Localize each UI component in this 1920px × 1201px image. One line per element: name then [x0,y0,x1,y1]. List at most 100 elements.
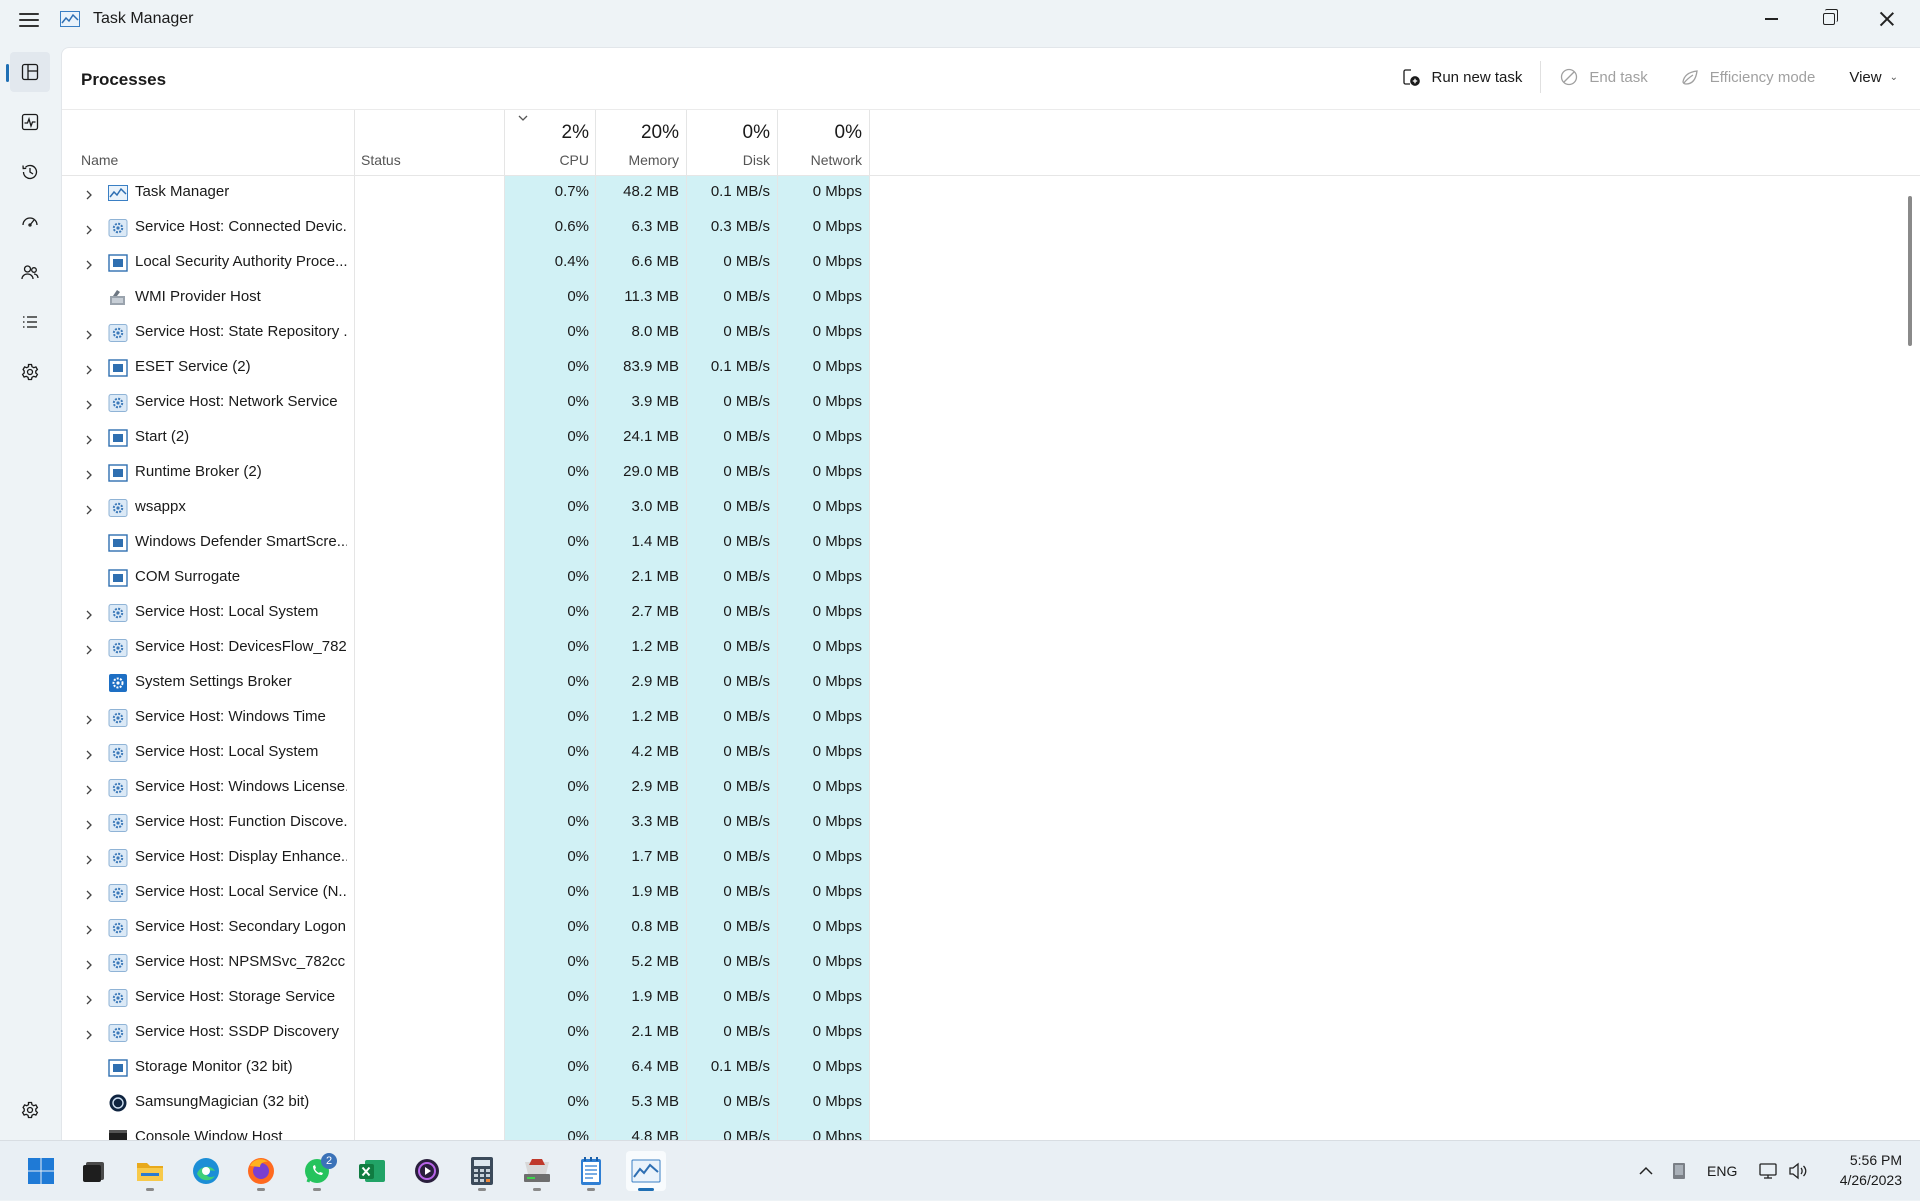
expand-chevron-icon[interactable] [84,257,94,270]
expand-chevron-icon[interactable] [84,187,94,200]
volume-button[interactable] [1787,1141,1809,1201]
expand-chevron-icon[interactable] [84,782,94,795]
expand-chevron-icon[interactable] [84,1027,94,1040]
memory-total-percent[interactable]: 20% [595,122,679,144]
expand-chevron-icon[interactable] [84,467,94,480]
process-row[interactable]: Service Host: Local System 0% 2.7 MB 0 MB/s… [62,596,932,631]
expand-chevron-icon[interactable] [84,397,94,410]
restore-button[interactable] [1800,0,1858,38]
expand-chevron-icon[interactable] [84,887,94,900]
column-header-disk[interactable]: Disk [686,152,770,168]
process-row[interactable]: Storage Monitor (32 bit) 0% 6.4 MB 0.1 MB/s… [62,1051,932,1086]
process-row[interactable]: Service Host: Connected Devic... 0.6% 6.3 … [62,211,932,246]
run-new-task-button[interactable]: Run new task [1385,57,1538,97]
taskbar-disk-tool[interactable] [517,1151,557,1191]
taskbar-edge[interactable] [186,1151,226,1191]
expand-chevron-icon[interactable] [84,922,94,935]
expand-chevron-icon[interactable] [84,327,94,340]
taskbar-task-manager[interactable] [626,1151,666,1191]
view-dropdown-button[interactable]: View ⌄ [1831,57,1920,97]
expand-chevron-icon[interactable] [84,852,94,865]
process-row[interactable]: Console Window Host 0% 4.8 MB 0 MB/s 0 Mbps [62,1121,932,1140]
column-header-memory[interactable]: Memory [595,152,679,168]
expand-chevron-icon[interactable] [84,747,94,760]
column-header-cpu[interactable]: CPU [504,152,589,168]
process-row[interactable]: Service Host: NPSMSvc_782cc 0% 5.2 MB 0 MB/… [62,946,932,981]
taskbar-firefox[interactable] [241,1151,281,1191]
process-row[interactable]: Service Host: DevicesFlow_782... 0% 1.2 MB… [62,631,932,666]
cpu-total-percent[interactable]: 2% [504,122,589,144]
process-row[interactable]: Start (2) 0% 24.1 MB 0 MB/s 0 Mbps [62,421,932,456]
taskbar-notepad[interactable] [571,1151,611,1191]
column-header-network[interactable]: Network [777,152,862,168]
window-process-icon [108,429,128,447]
process-row[interactable]: wsappx 0% 3.0 MB 0 MB/s 0 Mbps [62,491,932,526]
process-row[interactable]: Service Host: SSDP Discovery 0% 2.1 MB 0 MB… [62,1016,932,1051]
process-row[interactable]: Service Host: Secondary Logon 0% 0.8 MB 0 M… [62,911,932,946]
process-row[interactable]: Service Host: State Repository ... 0% 8.0 … [62,316,932,351]
start-button[interactable] [21,1151,61,1191]
memory-value: 2.9 MB [631,673,679,690]
expand-chevron-icon[interactable] [84,992,94,1005]
vertical-scrollbar[interactable] [1908,196,1912,346]
input-language-indicator[interactable]: ENG [1707,1141,1737,1201]
clock[interactable]: 5:56 PM 4/26/2023 [1840,1150,1902,1190]
nav-users[interactable] [10,252,50,292]
process-row[interactable]: System Settings Broker 0% 2.9 MB 0 MB/s 0 Mb… [62,666,932,701]
process-row[interactable]: Service Host: Storage Service 0% 1.9 MB 0 M… [62,981,932,1016]
expand-chevron-icon[interactable] [84,712,94,725]
taskbar-excel[interactable] [352,1151,392,1191]
expand-chevron-icon[interactable] [84,502,94,515]
nav-details[interactable] [10,302,50,342]
process-row[interactable]: Task Manager 0.7% 48.2 MB 0.1 MB/s 0 Mbps [62,176,932,211]
column-header-name[interactable]: Name [81,152,118,168]
expand-chevron-icon[interactable] [84,432,94,445]
process-row[interactable]: COM Surrogate 0% 2.1 MB 0 MB/s 0 Mbps [62,561,932,596]
network-value: 0 Mbps [812,953,862,970]
minimize-button[interactable] [1742,0,1800,38]
expand-chevron-icon[interactable] [84,642,94,655]
expand-chevron-icon[interactable] [84,222,94,235]
tray-app-icon[interactable] [1669,1141,1689,1201]
process-row[interactable]: Service Host: Windows Time 0% 1.2 MB 0 MB/s… [62,701,932,736]
process-row[interactable]: WMI Provider Host 0% 11.3 MB 0 MB/s 0 Mbps [62,281,932,316]
process-row[interactable]: Service Host: Local System 0% 4.2 MB 0 MB/s… [62,736,932,771]
close-button[interactable] [1858,0,1916,38]
network-status-button[interactable] [1758,1141,1780,1201]
active-indicator [638,1188,654,1191]
nav-settings[interactable] [10,1090,50,1130]
process-row[interactable]: Service Host: Network Service 0% 3.9 MB 0 M… [62,386,932,421]
network-value: 0 Mbps [812,428,862,445]
nav-performance[interactable] [10,102,50,142]
nav-services[interactable] [10,352,50,392]
taskbar-whatsapp[interactable]: 2 [297,1151,337,1191]
windows-logo-icon [28,1158,54,1184]
efficiency-mode-button[interactable]: Efficiency mode [1664,57,1832,97]
expand-chevron-icon[interactable] [84,362,94,375]
process-row[interactable]: Runtime Broker (2) 0% 29.0 MB 0 MB/s 0 Mbps [62,456,932,491]
hamburger-menu-icon[interactable] [18,10,40,30]
nav-startup-apps[interactable] [10,202,50,242]
task-view-button[interactable] [74,1151,114,1191]
process-row[interactable]: Service Host: Local Service (N... 0% 1.9 M… [62,876,932,911]
network-total-percent[interactable]: 0% [777,122,862,144]
process-row[interactable]: Service Host: Display Enhance... 0% 1.7 MB… [62,841,932,876]
column-header-status[interactable]: Status [361,152,401,168]
taskbar-calculator[interactable] [462,1151,502,1191]
process-row[interactable]: SamsungMagician (32 bit) 0% 5.3 MB 0 MB/s 0 … [62,1086,932,1121]
nav-processes[interactable] [6,52,50,92]
taskbar-file-explorer[interactable] [130,1151,170,1191]
expand-chevron-icon[interactable] [84,957,94,970]
taskbar-media-player[interactable] [407,1151,447,1191]
show-hidden-icons-button[interactable] [1637,1141,1655,1201]
process-row[interactable]: ESET Service (2) 0% 83.9 MB 0.1 MB/s 0 Mbps [62,351,932,386]
disk-total-percent[interactable]: 0% [686,122,770,144]
expand-chevron-icon[interactable] [84,607,94,620]
end-task-button[interactable]: End task [1543,57,1663,97]
process-row[interactable]: Windows Defender SmartScre... 0% 1.4 MB 0 M… [62,526,932,561]
process-row[interactable]: Service Host: Function Discove... 0% 3.3 M… [62,806,932,841]
process-row[interactable]: Service Host: Windows License... 0% 2.9 MB… [62,771,932,806]
nav-app-history[interactable] [10,152,50,192]
expand-chevron-icon[interactable] [84,817,94,830]
process-row[interactable]: Local Security Authority Proce... 0.4% 6.6… [62,246,932,281]
